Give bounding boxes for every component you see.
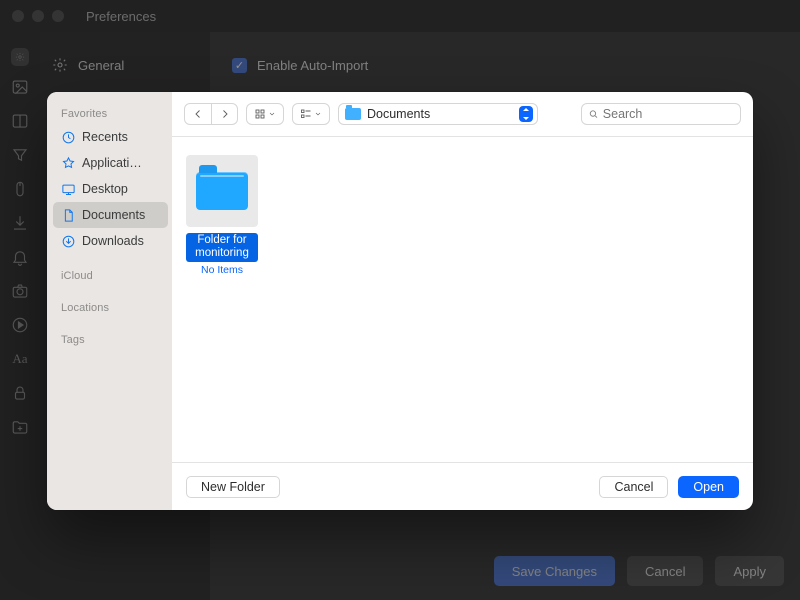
file-item-folder-for-monitoring[interactable]: Folder for monitoring No Items <box>186 155 258 276</box>
chevron-down-icon <box>314 105 322 123</box>
icon-view-button[interactable] <box>247 104 283 124</box>
sidebar-item-label: Recents <box>82 130 128 144</box>
folder-icon <box>196 172 248 210</box>
sidebar-item-label: Desktop <box>82 182 128 196</box>
finder-main: Documents Folder for monitoring No Items… <box>172 92 753 510</box>
sidebar-item-downloads[interactable]: Downloads <box>53 228 168 254</box>
file-item-subtitle: No Items <box>201 264 243 276</box>
path-label: Documents <box>367 107 430 121</box>
new-folder-button[interactable]: New Folder <box>186 476 280 498</box>
finder-sidebar: Favorites Recents Applicati… Desktop Doc… <box>47 92 172 510</box>
folder-thumb <box>186 155 258 227</box>
updown-icon <box>519 106 533 122</box>
file-browser[interactable]: Folder for monitoring No Items <box>172 137 753 462</box>
group-toggle <box>292 103 330 125</box>
chevron-down-icon <box>268 105 276 123</box>
open-folder-dialog: Favorites Recents Applicati… Desktop Doc… <box>47 92 753 510</box>
search-icon <box>588 108 599 120</box>
sidebar-item-label: Applicati… <box>82 156 142 170</box>
group-button[interactable] <box>293 104 329 124</box>
forward-button[interactable] <box>211 104 237 124</box>
sidebar-item-applications[interactable]: Applicati… <box>53 150 168 176</box>
file-item-label: Folder for monitoring <box>186 233 258 262</box>
finder-toolbar: Documents <box>172 92 753 136</box>
sidebar-item-documents[interactable]: Documents <box>53 202 168 228</box>
open-button[interactable]: Open <box>678 476 739 498</box>
search-input[interactable] <box>603 107 734 121</box>
icloud-heading: iCloud <box>53 264 168 286</box>
sidebar-item-label: Documents <box>82 208 145 222</box>
dialog-footer: New Folder Cancel Open <box>172 462 753 510</box>
sidebar-item-label: Downloads <box>82 234 144 248</box>
sidebar-item-recents[interactable]: Recents <box>53 124 168 150</box>
sidebar-item-desktop[interactable]: Desktop <box>53 176 168 202</box>
path-dropdown[interactable]: Documents <box>338 103 538 125</box>
cancel-button[interactable]: Cancel <box>599 476 668 498</box>
locations-heading: Locations <box>53 296 168 318</box>
favorites-heading: Favorites <box>53 102 168 124</box>
nav-buttons <box>184 103 238 125</box>
search-field[interactable] <box>581 103 741 125</box>
tags-heading: Tags <box>53 328 168 350</box>
view-toggle <box>246 103 284 125</box>
back-button[interactable] <box>185 104 211 124</box>
folder-icon <box>345 108 361 120</box>
